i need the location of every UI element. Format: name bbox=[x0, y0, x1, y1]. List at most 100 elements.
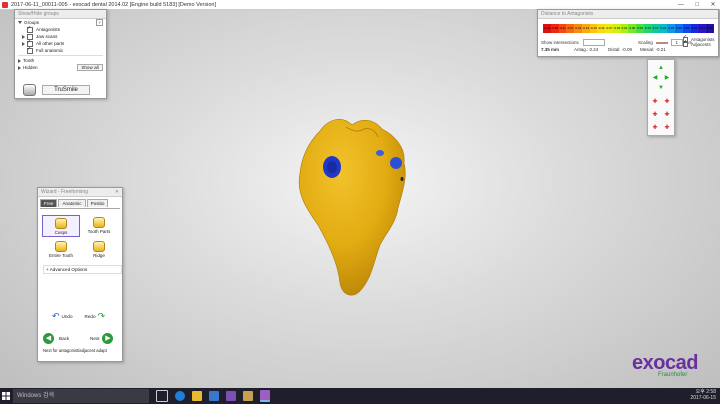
show-all-button[interactable]: Show all bbox=[77, 64, 103, 71]
checkbox[interactable] bbox=[683, 40, 688, 47]
window-controls: — □ ✕ bbox=[676, 0, 718, 9]
scale-segment: 0.29 bbox=[675, 24, 683, 33]
group-label: Jaw scans bbox=[36, 34, 58, 39]
tab-position[interactable]: Positio bbox=[86, 199, 109, 207]
scale-segment: 0.17 bbox=[651, 24, 660, 33]
chevron-down-icon bbox=[18, 21, 22, 24]
scale-segment: 0.37 bbox=[690, 24, 699, 33]
distance-antagonists-panel: Distance to Antagonists -0.41 -0.35 -0.31-… bbox=[537, 9, 719, 57]
ridge-icon bbox=[93, 240, 105, 252]
divider bbox=[18, 55, 103, 56]
app-icon[interactable] bbox=[226, 391, 236, 401]
wizard-tabs: Free Anatomic Positio bbox=[38, 197, 122, 207]
taskbar-search[interactable]: Windows 검색 bbox=[13, 389, 149, 403]
group-label: Antagonists bbox=[36, 27, 61, 32]
distal-value: Distal: -0.09 bbox=[608, 47, 633, 52]
adjacents-checkbox-row[interactable]: Adjacents bbox=[683, 40, 715, 47]
tool-label: Cusps bbox=[54, 229, 68, 235]
store-icon[interactable] bbox=[209, 391, 219, 401]
advanced-options-toggle[interactable]: + Advanced Options bbox=[43, 265, 122, 274]
app-icon[interactable] bbox=[243, 391, 253, 401]
rotate-icon[interactable]: ✚ bbox=[661, 96, 673, 107]
start-button[interactable] bbox=[0, 388, 12, 404]
app-icon bbox=[2, 1, 8, 8]
scale-segment: -0.31 bbox=[558, 24, 567, 33]
scale-segment: -0.19 bbox=[581, 24, 590, 33]
tool-label: Entire Tooth bbox=[49, 252, 73, 258]
adjacents-label: Adjacents bbox=[691, 42, 711, 47]
intersections-row: Show intersections bbox=[541, 39, 605, 46]
close-icon[interactable]: ✕ bbox=[115, 188, 119, 196]
rotate-icon[interactable]: ✚ bbox=[649, 96, 661, 107]
scaling-slider[interactable] bbox=[655, 41, 668, 44]
minimize-icon[interactable]: — bbox=[676, 2, 686, 8]
min-distance-value: 7.35 mm bbox=[541, 47, 560, 52]
undo-button[interactable]: Undo bbox=[62, 314, 73, 319]
panel-title: Wizard - Freeforming bbox=[41, 189, 88, 195]
rotate-icon[interactable]: ✚ bbox=[661, 122, 673, 133]
close-icon[interactable]: ✕ bbox=[708, 1, 718, 8]
maximize-icon[interactable]: □ bbox=[692, 2, 702, 8]
tool-label: Ridge bbox=[93, 252, 105, 258]
tab-free[interactable]: Free bbox=[40, 199, 58, 207]
hidden-row[interactable]: Hidden Show all bbox=[15, 64, 106, 71]
scale-segment: 0.09 bbox=[636, 24, 644, 33]
exocad-taskbar-icon[interactable] bbox=[260, 390, 270, 402]
scale-segment: 0.41 bbox=[698, 24, 707, 33]
panel-header: Show/Hide groups bbox=[15, 10, 106, 19]
tooth-3d-model[interactable] bbox=[290, 113, 430, 298]
color-scale: -0.41 -0.35 -0.31 -0.27 -0.23 -0.19 -0.15 -0.11… bbox=[543, 24, 714, 33]
back-button[interactable]: Back bbox=[59, 336, 69, 341]
undo-redo-row: ↶ Undo Redo ↷ bbox=[52, 311, 105, 322]
task-view-icon[interactable] bbox=[156, 390, 168, 402]
entire-tooth-icon bbox=[55, 240, 67, 252]
next-icon[interactable]: ▶ bbox=[102, 333, 114, 344]
window-title: 2017-06-11_00011-005 - exocad dental 201… bbox=[11, 1, 216, 8]
tooth-row[interactable]: Tooth bbox=[15, 57, 106, 64]
scale-segment: -0.11 bbox=[597, 24, 606, 33]
next-row[interactable]: Next ▶ bbox=[90, 333, 114, 344]
scale-segment: 0.21 bbox=[659, 24, 668, 33]
scaling-input[interactable]: 1 bbox=[670, 39, 683, 46]
scale-segment: -0.03 bbox=[612, 24, 621, 33]
rotate-icon[interactable]: ✚ bbox=[649, 109, 661, 120]
help-icon[interactable]: ? bbox=[96, 19, 103, 26]
chevron-right-icon[interactable] bbox=[22, 41, 25, 46]
undo-icon[interactable]: ↶ bbox=[52, 311, 60, 322]
scale-segment: 0.25 bbox=[667, 24, 676, 33]
rotate-icon[interactable]: ✚ bbox=[661, 109, 673, 120]
trusmile-row: TruSmile bbox=[23, 84, 90, 96]
tooth-icon bbox=[23, 84, 36, 96]
tab-anatomic[interactable]: Anatomic bbox=[58, 199, 86, 207]
mesial-value: Mesial: -0.21 bbox=[640, 47, 666, 52]
cusps-tool[interactable]: Cusps bbox=[42, 215, 80, 237]
view-bottom-icon[interactable]: ▼ bbox=[655, 82, 667, 93]
system-clock[interactable]: 오후 2:58 2017-06-15 bbox=[690, 389, 716, 401]
trusmile-button[interactable]: TruSmile bbox=[42, 85, 90, 95]
file-explorer-icon[interactable] bbox=[192, 391, 202, 401]
scale-segment: 0.45 bbox=[706, 24, 714, 33]
next-button[interactable]: Next bbox=[90, 336, 99, 341]
windows-icon bbox=[2, 392, 10, 400]
redo-icon[interactable]: ↷ bbox=[98, 311, 106, 322]
intersections-dropdown[interactable] bbox=[582, 39, 605, 46]
edge-icon[interactable] bbox=[175, 391, 185, 401]
scale-segment: 0.13 bbox=[643, 24, 652, 33]
divider bbox=[40, 208, 120, 209]
group-item[interactable]: Antagonists bbox=[15, 25, 106, 33]
redo-button[interactable]: Redo bbox=[85, 314, 96, 319]
back-row[interactable]: ◀ Back bbox=[43, 333, 69, 344]
chevron-right-icon bbox=[18, 65, 21, 70]
tooth-parts-tool[interactable]: Tooth Parts bbox=[80, 215, 118, 235]
checkbox[interactable] bbox=[27, 46, 33, 54]
show-intersections-label: Show intersections bbox=[541, 40, 579, 45]
chevron-right-icon[interactable] bbox=[22, 34, 25, 39]
ridge-tool[interactable]: Ridge bbox=[80, 239, 118, 259]
group-item[interactable]: Full anatomic bbox=[15, 46, 106, 54]
scaling-label: Scaling bbox=[638, 40, 653, 45]
checkbox[interactable] bbox=[27, 25, 33, 33]
rotate-icon[interactable]: ✚ bbox=[649, 122, 661, 133]
tooth-parts-icon bbox=[93, 216, 105, 228]
back-icon[interactable]: ◀ bbox=[43, 333, 54, 344]
entire-tooth-tool[interactable]: Entire Tooth bbox=[42, 239, 80, 259]
